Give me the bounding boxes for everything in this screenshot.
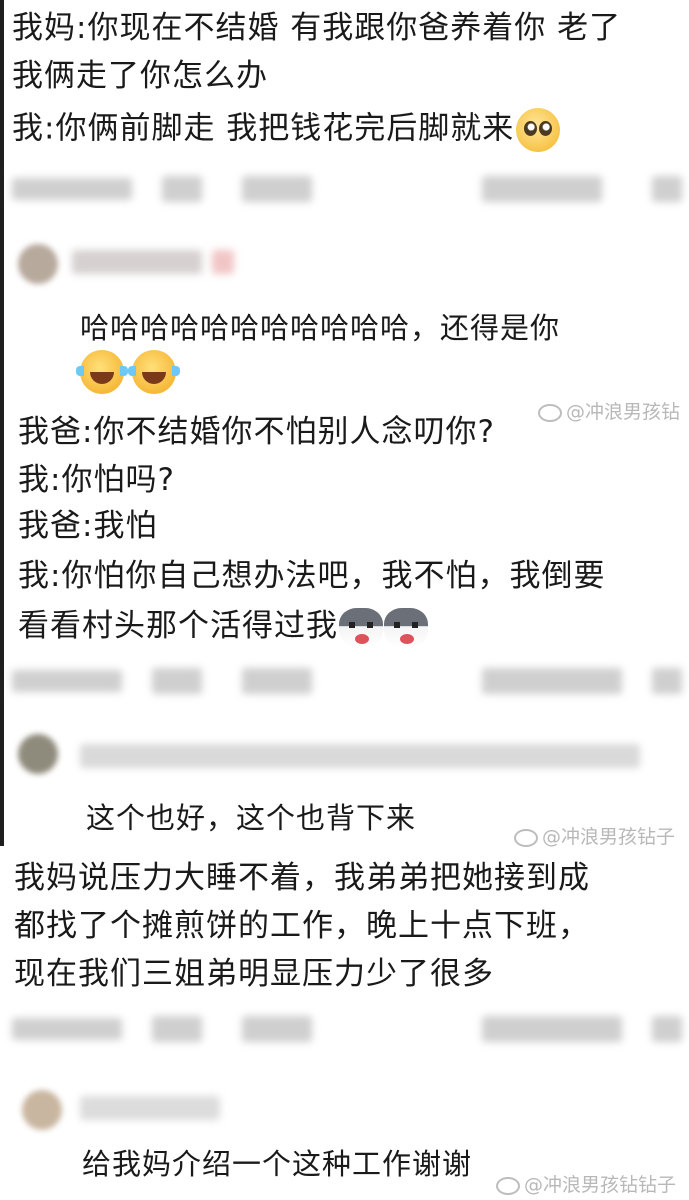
post-2-line-3: 我爸:我怕: [18, 508, 158, 544]
reply-2-text: 这个也好，这个也背下来: [86, 801, 417, 835]
weibo-logo-icon: [538, 403, 562, 422]
watermark-2: @冲浪男孩钻子: [514, 822, 675, 849]
reply-1-emojis: [76, 350, 184, 394]
reply-1-text: 哈哈哈哈哈哈哈哈哈哈哈，还得是你: [80, 311, 561, 345]
reply-3-text: 给我妈介绍一个这种工作谢谢: [82, 1147, 473, 1181]
weibo-logo-icon: [496, 1176, 520, 1195]
watermark-3-text: @冲浪男孩钻钻子: [524, 1174, 677, 1196]
blurred-username: [72, 246, 242, 280]
watermark-2-text: @冲浪男孩钻子: [542, 826, 676, 848]
watermark-3: @冲浪男孩钻钻子: [496, 1170, 676, 1197]
weibo-logo-icon: [514, 828, 538, 847]
watermark-1: @冲浪男孩钻: [538, 397, 680, 424]
post-3-line-1: 我妈说压力大睡不着，我弟弟把她接到成: [14, 860, 590, 896]
post-2-line-2: 我:你怕吗?: [18, 462, 175, 498]
blurred-username: [80, 740, 650, 774]
blurred-avatar: [18, 244, 58, 284]
screenshot-collage: 我妈:你现在不结婚 有我跟你爸养着你 老了 我俩走了你怎么办 我:你俩前脚走 我…: [0, 0, 689, 1200]
post-1-line-1: 我妈:你现在不结婚 有我跟你爸养着你 老了: [12, 10, 622, 46]
watermark-1-text: @冲浪男孩钻: [566, 401, 681, 423]
post-1-line-3: 我:你俩前脚走 我把钱花完后脚就来: [12, 108, 561, 152]
post-2-line-1: 我爸:你不结婚你不怕别人念叨你?: [18, 414, 495, 450]
laughing-tears-icon: [128, 350, 180, 394]
post-2-line-5: 看看村头那个活得过我: [18, 606, 428, 648]
post-1-line-2: 我俩走了你怎么办: [12, 58, 268, 94]
husky-rose-icon: [384, 607, 428, 648]
laughing-tears-icon: [76, 350, 128, 394]
left-border: [0, 0, 4, 846]
post-2-line-4: 我:你怕你自己想办法吧，我不怕，我倒要: [18, 558, 606, 594]
blurred-avatar: [22, 1090, 62, 1130]
blurred-avatar: [18, 734, 58, 774]
post-3-line-3: 现在我们三姐弟明显压力少了很多: [14, 956, 494, 992]
pleading-face-icon: [516, 108, 561, 152]
post-1-line-3-text: 我:你俩前脚走 我把钱花完后脚就来: [12, 110, 515, 147]
post-2-line-5-text: 看看村头那个活得过我: [18, 608, 338, 644]
blurred-meta-row: [12, 172, 682, 206]
husky-rose-icon: [339, 607, 383, 648]
blurred-username: [80, 1092, 230, 1126]
post-3-line-2: 都找了个摊煎饼的工作，晚上十点下班，: [14, 908, 590, 944]
blurred-meta-row: [12, 664, 682, 698]
blurred-meta-row: [12, 1012, 682, 1046]
